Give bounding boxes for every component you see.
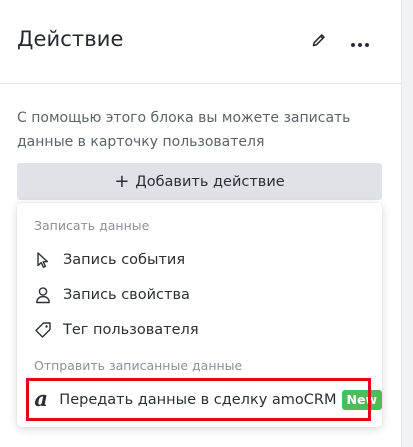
- menu-item-label: Тег пользователя: [63, 322, 199, 338]
- action-panel: Действие С помощью этого блока вы можете…: [0, 0, 401, 447]
- menu-item-property-record[interactable]: Запись свойства: [17, 278, 382, 312]
- group-label-send-data: Отправить записанные данные: [34, 358, 243, 373]
- new-badge: New: [341, 390, 382, 410]
- scrollbar[interactable]: [401, 0, 413, 447]
- menu-item-send-to-amocrm[interactable]: a Передать данные в сделку amoCRM New: [17, 383, 382, 417]
- menu-item-label: Запись события: [63, 252, 186, 268]
- menu-item-label: Передать данные в сделку amoCRM: [59, 392, 337, 408]
- action-dropdown-menu: Записать данные Запись события Запись св…: [17, 203, 382, 427]
- more-options-button[interactable]: [347, 32, 373, 52]
- tag-icon: [33, 320, 53, 340]
- menu-item-event-record[interactable]: Запись события: [17, 243, 382, 277]
- more-horizontal-icon: [350, 33, 370, 52]
- menu-item-label: Запись свойства: [63, 287, 190, 303]
- block-description: С помощью этого блока вы можете записать…: [17, 110, 351, 150]
- cursor-icon: [33, 250, 53, 270]
- pencil-icon: [311, 32, 327, 52]
- amocrm-icon: a: [34, 386, 48, 411]
- add-action-button[interactable]: + Добавить действие: [17, 163, 382, 200]
- plus-icon: +: [114, 170, 130, 192]
- group-label-write-data: Записать данные: [34, 218, 150, 233]
- user-icon: [33, 285, 53, 305]
- page-title: Действие: [17, 27, 124, 51]
- edit-button[interactable]: [309, 32, 329, 52]
- menu-item-user-tag[interactable]: Тег пользователя: [17, 313, 382, 347]
- add-action-label: Добавить действие: [135, 173, 285, 190]
- panel-header: Действие: [0, 0, 401, 84]
